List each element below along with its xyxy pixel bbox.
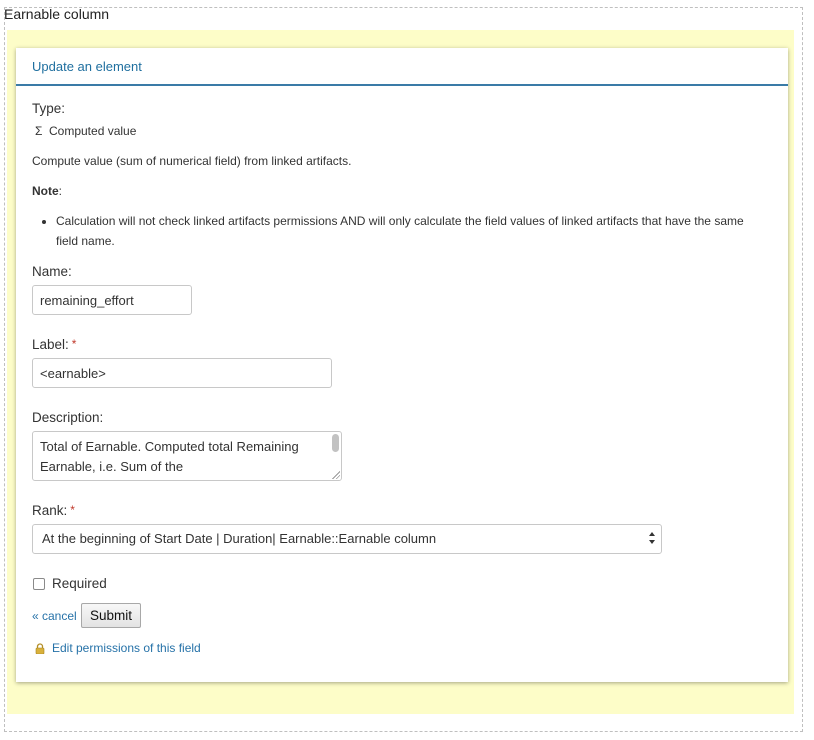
rank-select[interactable]: At the beginning of Start Date | Duratio… xyxy=(32,524,662,554)
rank-label: Rank: * xyxy=(32,503,75,518)
cancel-link[interactable]: « cancel xyxy=(32,609,77,623)
lock-icon xyxy=(35,642,45,654)
panel-title: Update an element xyxy=(16,48,788,86)
scrollbar-thumb[interactable] xyxy=(332,434,339,452)
label-field-label: Label: * xyxy=(32,337,76,352)
type-label: Type: xyxy=(32,101,66,116)
note-label: Note xyxy=(32,184,59,198)
type-value: Σ Computed value xyxy=(35,124,136,138)
note-colon: : xyxy=(58,184,63,198)
rank-label-text: Rank: xyxy=(32,503,68,518)
update-element-panel: Update an element Type: Σ Computed value… xyxy=(16,48,788,682)
rank-selected-value: At the beginning of Start Date | Duratio… xyxy=(42,531,437,546)
required-asterisk: * xyxy=(70,503,75,517)
note-list: Calculation will not check linked artifa… xyxy=(36,211,761,251)
select-arrows-icon xyxy=(649,532,655,544)
name-label: Name: xyxy=(32,264,72,279)
type-description: Compute value (sum of numerical field) f… xyxy=(32,154,352,168)
required-checkbox[interactable] xyxy=(33,578,45,590)
description-scrollbar[interactable] xyxy=(331,434,340,474)
description-textarea[interactable]: Total of Earnable. Computed total Remain… xyxy=(32,431,342,481)
description-field-wrap: Total of Earnable. Computed total Remain… xyxy=(32,431,342,481)
name-input[interactable] xyxy=(32,285,192,315)
description-label: Description: xyxy=(32,410,104,425)
edit-permissions[interactable]: Edit permissions of this field xyxy=(35,641,201,655)
submit-button[interactable]: Submit xyxy=(81,603,142,628)
type-value-text: Computed value xyxy=(49,124,137,138)
label-input[interactable] xyxy=(32,358,332,388)
note-item: Calculation will not check linked artifa… xyxy=(56,211,761,251)
container-title: Earnable column xyxy=(4,6,110,22)
edit-permissions-link[interactable]: Edit permissions of this field xyxy=(52,641,201,655)
required-asterisk: * xyxy=(71,337,77,351)
required-label[interactable]: Required xyxy=(52,576,107,591)
resize-handle-icon[interactable] xyxy=(332,471,340,479)
label-field-label-text: Label: xyxy=(32,337,69,352)
note-heading: Note: xyxy=(32,184,62,198)
sigma-icon: Σ xyxy=(35,124,43,138)
